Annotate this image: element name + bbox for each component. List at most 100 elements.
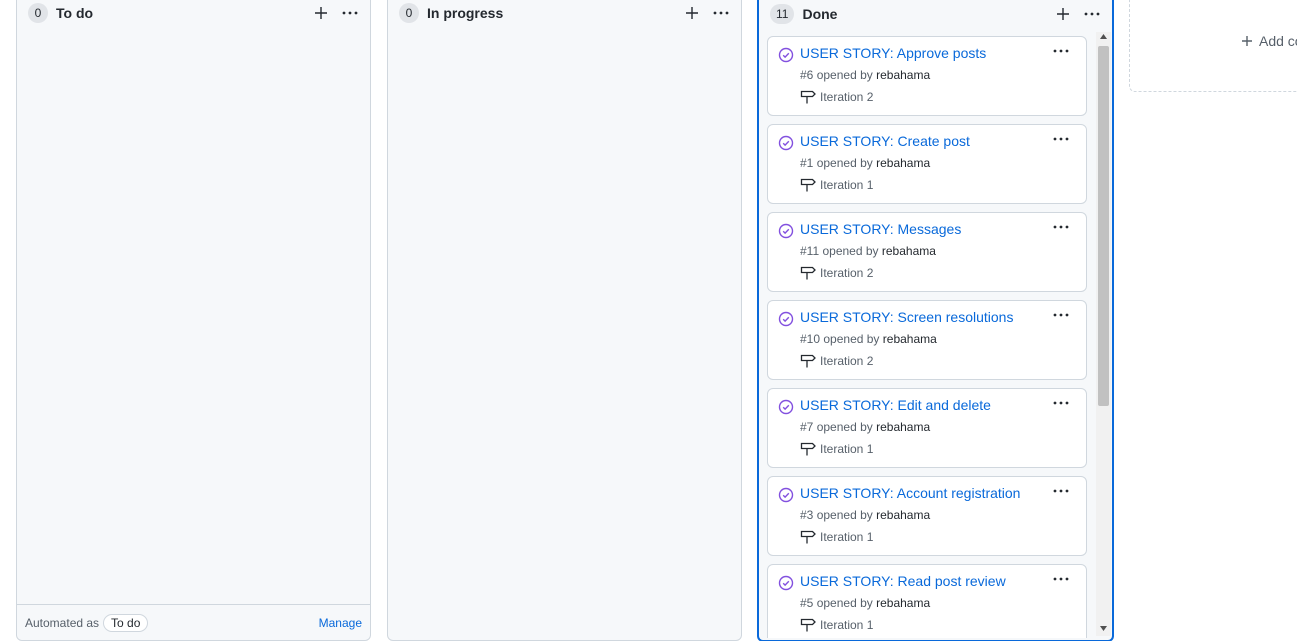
milestone-label: Iteration 2 [820,266,874,280]
issue-closed-icon [778,223,794,239]
issue-number: #6 [800,68,814,82]
card-menu-button[interactable] [1050,395,1072,411]
column-menu-button[interactable] [1081,2,1103,26]
column-menu-button[interactable] [339,1,361,25]
issue-milestone[interactable]: Iteration 1 [800,178,873,192]
milestone-icon [800,618,816,632]
issue-card[interactable]: USER STORY: Read post review #5 opened b… [767,564,1087,638]
issue-card[interactable]: USER STORY: Messages #11 opened by rebah… [767,212,1087,292]
milestone-label: Iteration 2 [820,354,874,368]
card-menu-button[interactable] [1050,307,1072,323]
issue-milestone[interactable]: Iteration 2 [800,354,873,368]
issue-author-link[interactable]: rebahama [876,596,930,610]
issue-author-link[interactable]: rebahama [882,244,936,258]
card-menu-button[interactable] [1050,483,1072,499]
issue-meta: #3 opened by rebahama [800,508,930,522]
card-menu-button[interactable] [1050,131,1072,147]
automated-label: Automated as [25,615,100,630]
kebab-horizontal-icon [1053,401,1069,405]
issue-closed-icon [778,399,794,415]
issue-meta: #5 opened by rebahama [800,596,930,610]
add-column-button[interactable]: Add co [1240,33,1297,49]
issue-closed-icon [778,135,794,151]
issue-card[interactable]: USER STORY: Edit and delete #7 opened by… [767,388,1087,468]
milestone-label: Iteration 1 [820,442,874,456]
issue-author-link[interactable]: rebahama [876,156,930,170]
kebab-horizontal-icon [1053,137,1069,141]
issue-title-link[interactable]: USER STORY: Screen resolutions [800,309,1013,325]
card-list: USER STORY: Approve posts #6 opened by r… [767,36,1087,638]
issue-closed-icon [778,311,794,327]
issue-title-link[interactable]: USER STORY: Approve posts [800,45,986,61]
issue-author-link[interactable]: rebahama [876,68,930,82]
issue-milestone[interactable]: Iteration 1 [800,530,873,544]
issue-card[interactable]: USER STORY: Account registration #3 open… [767,476,1087,556]
issue-number: #1 [800,156,814,170]
column-title: To do [56,5,94,21]
kebab-horizontal-icon [1053,313,1069,317]
issue-number: #7 [800,420,814,434]
issue-card[interactable]: USER STORY: Create post #1 opened by reb… [767,124,1087,204]
column-todo: 0 To do Automated as To do Manage [16,0,371,641]
add-card-button[interactable] [1052,2,1074,26]
card-menu-button[interactable] [1050,219,1072,235]
issue-card[interactable]: USER STORY: Approve posts #6 opened by r… [767,36,1087,116]
issue-milestone[interactable]: Iteration 1 [800,618,873,632]
opened-by-label: opened by [822,244,879,258]
issue-meta: #7 opened by rebahama [800,420,930,434]
issue-title-link[interactable]: USER STORY: Edit and delete [800,397,991,413]
scroll-up-icon[interactable] [1099,32,1108,41]
kebab-horizontal-icon [1084,12,1100,16]
column-title: In progress [427,5,504,21]
issue-card[interactable]: USER STORY: Screen resolutions #10 opene… [767,300,1087,380]
milestone-label: Iteration 1 [820,618,874,632]
issue-number: #3 [800,508,814,522]
column-header: 0 In progress [388,1,741,25]
column-count: 0 [399,3,419,23]
issue-author-link[interactable]: rebahama [876,508,930,522]
card-menu-button[interactable] [1050,43,1072,59]
issue-closed-icon [778,575,794,591]
scroll-down-icon[interactable] [1099,624,1108,633]
issue-milestone[interactable]: Iteration 1 [800,442,873,456]
opened-by-label: opened by [816,420,873,434]
milestone-label: Iteration 1 [820,530,874,544]
milestone-icon [800,178,816,192]
add-column-area[interactable]: Add co [1129,0,1297,92]
milestone-icon [800,442,816,456]
plus-icon [1242,36,1252,46]
column-menu-button[interactable] [710,1,732,25]
add-card-button[interactable] [310,1,332,25]
opened-by-label: opened by [816,596,873,610]
issue-title-link[interactable]: USER STORY: Create post [800,133,970,149]
issue-author-link[interactable]: rebahama [876,420,930,434]
issue-milestone[interactable]: Iteration 2 [800,90,873,104]
column-count: 11 [770,4,795,24]
kebab-horizontal-icon [713,11,729,15]
opened-by-label: opened by [823,332,880,346]
column-scrollbar[interactable] [1096,32,1111,636]
issue-meta: #11 opened by rebahama [800,244,936,258]
issue-number: #10 [800,332,821,346]
kebab-horizontal-icon [1053,577,1069,581]
plus-icon [686,7,698,19]
issue-meta: #6 opened by rebahama [800,68,930,82]
milestone-icon [800,266,816,280]
milestone-icon [800,90,816,104]
issue-closed-icon [778,487,794,503]
issue-meta: #10 opened by rebahama [800,332,937,346]
issue-title-link[interactable]: USER STORY: Read post review [800,573,1006,589]
add-card-button[interactable] [681,1,703,25]
issue-title-link[interactable]: USER STORY: Account registration [800,485,1020,501]
issue-milestone[interactable]: Iteration 2 [800,266,873,280]
issue-title-link[interactable]: USER STORY: Messages [800,221,961,237]
opened-by-label: opened by [816,156,873,170]
plus-icon [315,7,327,19]
manage-link[interactable]: Manage [319,616,362,630]
card-menu-button[interactable] [1050,571,1072,587]
issue-author-link[interactable]: rebahama [883,332,937,346]
add-column-label: Add co [1259,33,1297,49]
milestone-icon [800,354,816,368]
kebab-horizontal-icon [342,11,358,15]
scrollbar-thumb[interactable] [1098,46,1109,406]
